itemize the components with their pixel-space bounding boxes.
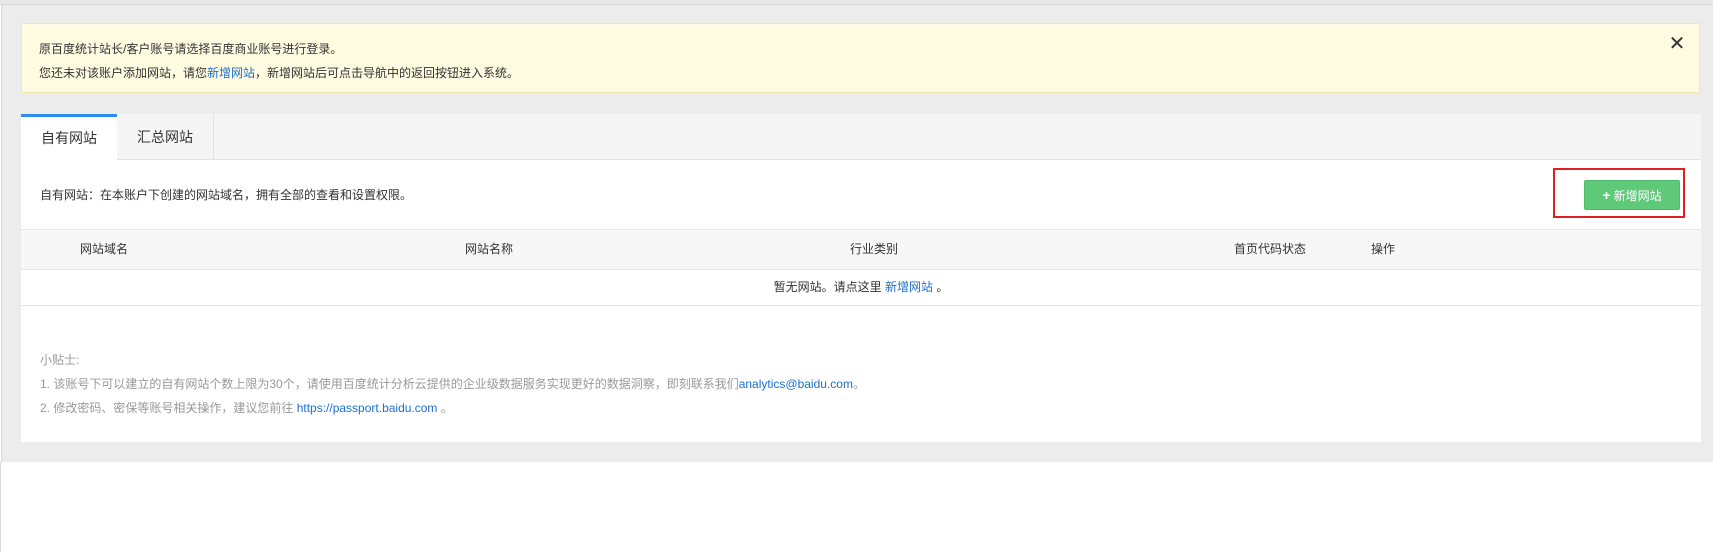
tips-item-1: 1. 该账号下可以建立的自有网站个数上限为30个，请使用百度统计分析云提供的企业… <box>40 372 865 396</box>
column-header-domain: 网站域名 <box>80 242 129 256</box>
add-site-button-label: 新增网站 <box>1613 189 1662 203</box>
notice-add-site-link[interactable]: 新增网站 <box>207 66 255 80</box>
notice-line-2-prefix: 您还未对该账户添加网站，请您 <box>39 66 208 80</box>
empty-text: 暂无网站。请点这里 <box>773 280 885 294</box>
column-header-code-status: 首页代码状态 <box>1234 242 1307 256</box>
sites-panel: 自有网站 汇总网站 自有网站：在本账户下创建的网站域名，拥有全部的查看和设置权限… <box>21 114 1701 442</box>
empty-add-site-link[interactable]: 新增网站 <box>885 280 933 294</box>
tips-item-2-suffix: 。 <box>437 401 453 415</box>
table-header: 网站域名 网站名称 行业类别 首页代码状态 操作 <box>21 229 1701 270</box>
column-header-actions: 操作 <box>1371 242 1396 256</box>
notice-line-1: 原百度统计站长/客户账号请选择百度商业账号进行登录。 <box>39 42 343 56</box>
notice-line-2: 您还未对该账户添加网站，请您新增网站，新增网站后可点击导航中的返回按钮进入系统。 <box>39 64 519 81</box>
tips-item-2-text: 2. 修改密码、密保等账号相关操作，建议您前往 <box>40 401 297 415</box>
empty-table-row: 暂无网站。请点这里 新增网站 。 <box>21 270 1701 306</box>
tab-own-sites[interactable]: 自有网站 <box>21 114 117 161</box>
close-icon[interactable]: ✕ <box>1665 32 1689 56</box>
tips-item-1-suffix: 。 <box>852 377 865 391</box>
analytics-email-link[interactable]: analytics@baidu.com <box>739 377 853 391</box>
tips-item-1-text: 1. 该账号下可以建立的自有网站个数上限为30个，请使用百度统计分析云提供的企业… <box>40 377 739 391</box>
left-border <box>0 462 1 552</box>
tips-section: 小贴士: 1. 该账号下可以建立的自有网站个数上限为30个，请使用百度统计分析云… <box>40 348 865 420</box>
passport-link[interactable]: https://passport.baidu.com <box>297 401 438 415</box>
tips-title: 小贴士: <box>40 353 80 367</box>
tips-item-2: 2. 修改密码、密保等账号相关操作，建议您前往 https://passport… <box>40 396 865 420</box>
tab-summary-sites[interactable]: 汇总网站 <box>117 114 214 160</box>
notice-banner: 原百度统计站长/客户账号请选择百度商业账号进行登录。 您还未对该账户添加网站，请… <box>21 23 1700 93</box>
column-header-name: 网站名称 <box>465 242 514 256</box>
notice-line-2-suffix: ，新增网站后可点击导航中的返回按钮进入系统。 <box>255 66 520 80</box>
plus-icon: + <box>1602 187 1611 203</box>
tab-bar: 自有网站 汇总网站 <box>21 114 1701 161</box>
column-header-industry: 行业类别 <box>850 242 899 256</box>
tab-description: 自有网站：在本账户下创建的网站域名，拥有全部的查看和设置权限。 <box>40 188 413 202</box>
empty-suffix: 。 <box>933 280 949 294</box>
add-site-button[interactable]: + 新增网站 <box>1584 180 1680 210</box>
